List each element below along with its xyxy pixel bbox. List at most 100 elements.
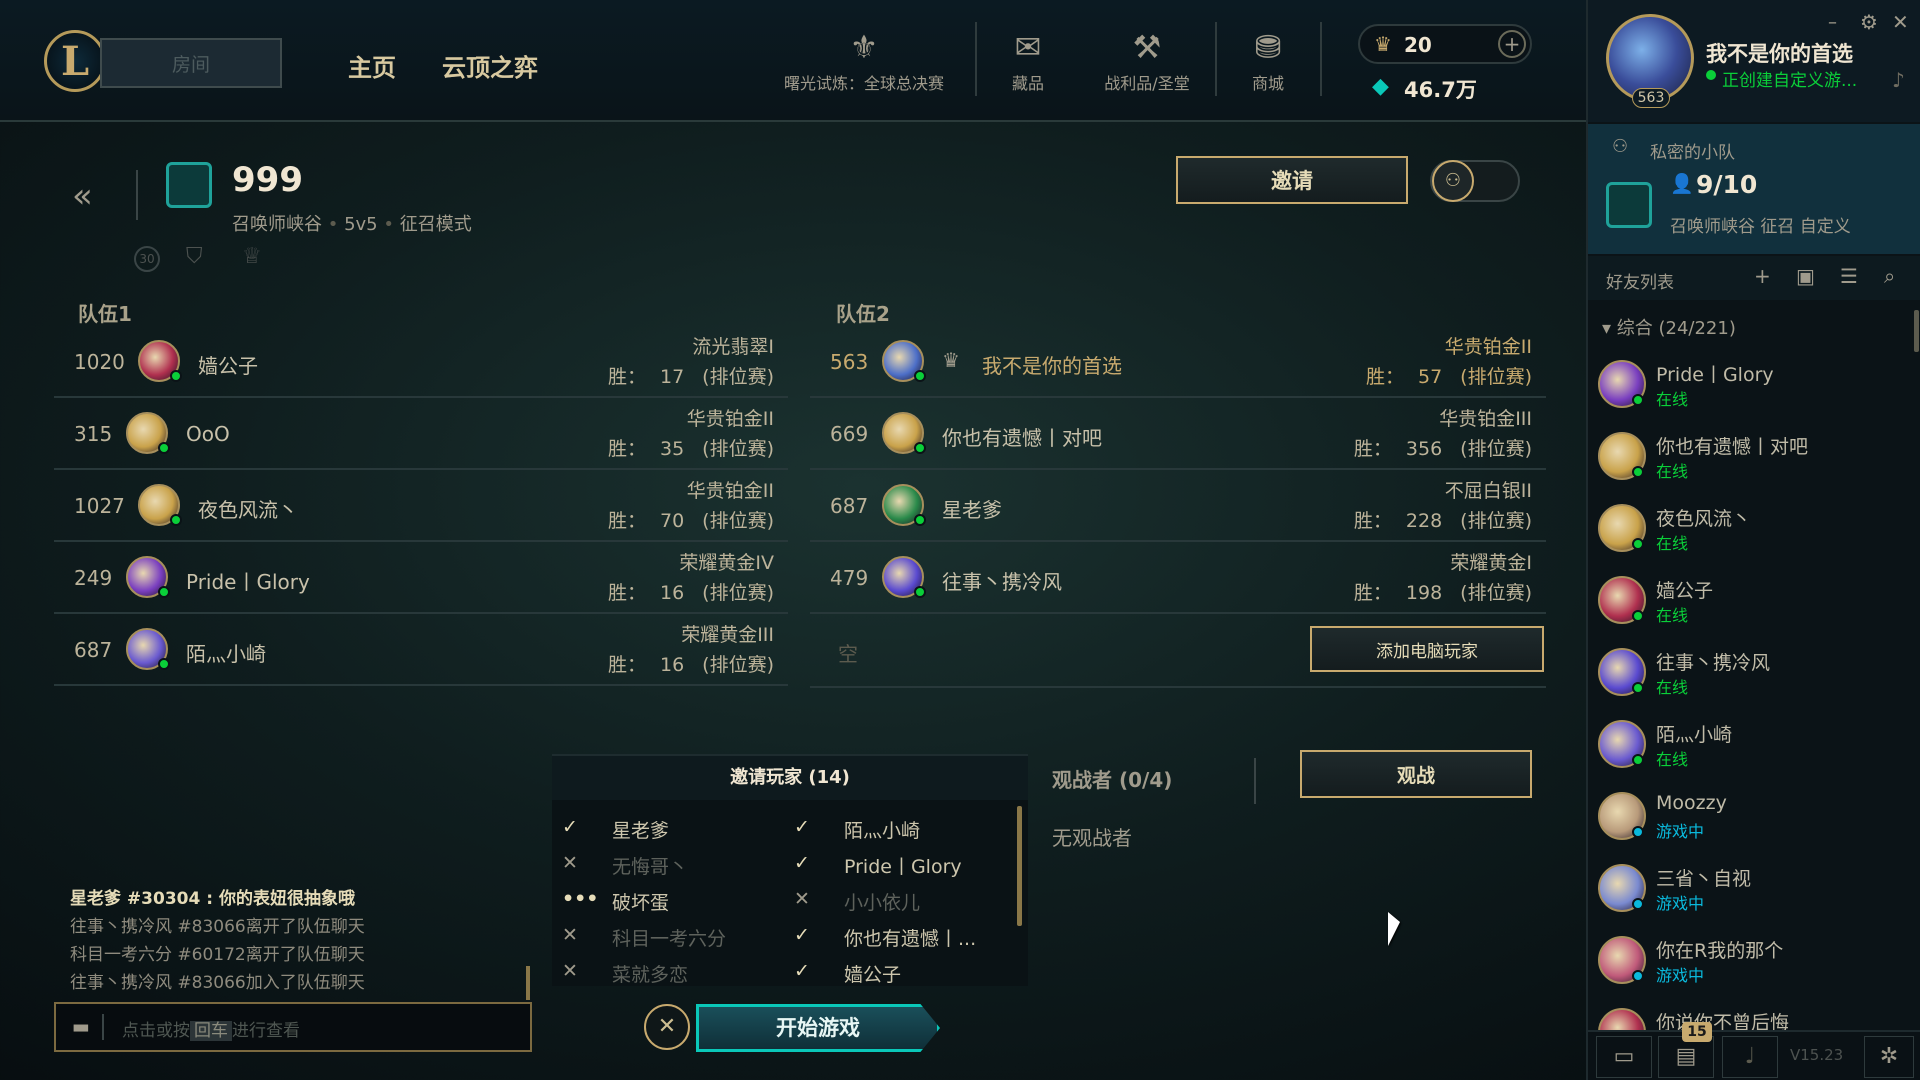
player-row[interactable]: 1027 夜色风流丶 华贵铂金II 胜： 70 (排位赛) xyxy=(54,470,788,542)
check-icon: ✓ xyxy=(794,960,810,982)
list-view-icon[interactable]: ☰ xyxy=(1840,264,1858,288)
player-name[interactable]: 陌灬小崎 xyxy=(186,638,266,667)
invite-button[interactable]: 邀请 xyxy=(1176,156,1408,204)
close-icon[interactable]: ✕ xyxy=(1892,10,1909,34)
player-row[interactable]: 669 你也有遗憾丨对吧 华贵铂金III 胜： 356 (排位赛) xyxy=(810,398,1546,470)
player-row[interactable]: 315 OoO 华贵铂金II 胜： 35 (排位赛) xyxy=(54,398,788,470)
chat-input[interactable]: ▬ 点击或按 回车 进行查看 xyxy=(54,1002,532,1052)
friend-status: 在线 xyxy=(1656,678,1689,697)
friend-item[interactable]: 你也有遗憾丨对吧 在线 xyxy=(1588,420,1920,492)
subtitle-size: 5v5 xyxy=(344,214,378,235)
profile-level: 563 xyxy=(1632,88,1670,108)
player-rank: 华贵铂金II xyxy=(686,480,774,502)
play-button[interactable]: 房间 xyxy=(100,38,282,88)
wins-count: 70 xyxy=(659,510,685,532)
check-icon: ✓ xyxy=(794,816,810,838)
buy-rp-plus-icon[interactable]: + xyxy=(1498,30,1526,58)
add-bot-button[interactable]: 添加电脑玩家 xyxy=(1310,626,1544,672)
settings-gear-icon[interactable]: ⚙ xyxy=(1860,10,1878,34)
player-row[interactable]: 563 ♛ 我不是你的首选 华贵铂金II 胜： 57 (排位赛) xyxy=(810,326,1546,398)
mission-icon[interactable]: ▤ xyxy=(1658,1036,1714,1078)
spectate-button[interactable]: 观战 xyxy=(1300,750,1532,798)
friend-item[interactable]: 陌灬小崎 在线 xyxy=(1588,708,1920,780)
league-logo[interactable]: L xyxy=(44,30,106,92)
voice-mic-icon[interactable]: ♩ xyxy=(1722,1036,1778,1078)
friend-item[interactable]: 你在R我的那个 游戏中 xyxy=(1588,924,1920,996)
notification-bell-icon[interactable]: ♪ xyxy=(1892,68,1905,92)
online-dot xyxy=(914,586,926,598)
player-name[interactable]: 你也有遗憾丨对吧 xyxy=(942,422,1102,451)
friend-item[interactable]: 往事丶携冷风 在线 xyxy=(1588,636,1920,708)
chat-placeholder-suffix: 进行查看 xyxy=(232,1021,300,1041)
player-level: 315 xyxy=(74,422,113,446)
player-row[interactable]: 687 陌灬小崎 荣耀黄金III 胜： 16 (排位赛) xyxy=(54,614,788,686)
player-name[interactable]: 嫱公子 xyxy=(198,350,258,379)
player-name[interactable]: OoO xyxy=(186,422,230,446)
friend-item[interactable]: Pride丨Glory 在线 xyxy=(1588,348,1920,420)
chat-bubble-icon[interactable]: ▭ xyxy=(1596,1036,1652,1078)
nav-home[interactable]: 主页 xyxy=(348,48,396,83)
search-icon[interactable]: ⌕ xyxy=(1884,264,1895,288)
wins-prefix: 胜： xyxy=(607,510,646,532)
player-rank: 荣耀黄金III xyxy=(681,624,774,646)
player-row[interactable]: 249 Pride丨Glory 荣耀黄金IV 胜： 16 (排位赛) xyxy=(54,542,788,614)
nav-collection-label: 藏品 xyxy=(1011,74,1044,93)
add-friend-icon[interactable]: + xyxy=(1754,264,1771,288)
player-level: 687 xyxy=(830,494,869,518)
add-folder-icon[interactable]: ▣ xyxy=(1796,264,1815,288)
player-name[interactable]: Pride丨Glory xyxy=(186,566,310,595)
wins-count: 17 xyxy=(659,366,685,388)
profile-status[interactable]: 正创建自定义游... xyxy=(1722,66,1857,91)
player-rank: 流光翡翠I xyxy=(692,336,774,358)
chat-placeholder: 点击或按 回车 进行查看 xyxy=(122,1016,300,1041)
social-footer: ▭ ▤ 15 ♩ V15.23 ✲ xyxy=(1588,1022,1920,1080)
chat-scrollbar[interactable] xyxy=(526,966,530,1000)
profile-name[interactable]: 我不是你的首选 xyxy=(1706,38,1853,68)
player-wins: 胜： 70 (排位赛) xyxy=(608,506,774,533)
be-amount: 46.7万 xyxy=(1404,78,1477,102)
player-name[interactable]: 往事丶携冷风 xyxy=(942,566,1062,595)
help-gear-icon[interactable]: ✲ xyxy=(1864,1036,1914,1078)
player-name[interactable]: 夜色风流丶 xyxy=(198,494,298,523)
invited-player-name: 破坏蛋 xyxy=(612,892,670,914)
nav-event[interactable]: ⚜ 曙光试炼：全球总决赛 xyxy=(768,28,960,94)
nav-collection[interactable]: ✉ 藏品 xyxy=(998,28,1058,94)
friend-item[interactable]: 嫱公子 在线 xyxy=(1588,564,1920,636)
friend-item[interactable]: 夜色风流丶 在线 xyxy=(1588,492,1920,564)
minimize-icon[interactable]: – xyxy=(1828,12,1837,33)
friend-group-toggle[interactable]: ▾ 综合 (24/221) xyxy=(1602,314,1736,340)
player-wins: 胜： 16 (排位赛) xyxy=(608,650,774,677)
shield-icon: ⛉ xyxy=(186,244,203,269)
player-name[interactable]: 我不是你的首选 xyxy=(982,350,1122,379)
back-chevron-icon[interactable]: « xyxy=(72,176,93,216)
empty-slot-label: 空 xyxy=(838,642,858,666)
friend-item[interactable]: Moozzy 游戏中 xyxy=(1588,780,1920,852)
online-dot xyxy=(158,658,170,670)
player-rank: 华贵铂金II xyxy=(686,408,774,430)
friend-name: 夜色风流丶 xyxy=(1656,508,1752,530)
divider xyxy=(1320,22,1322,96)
cancel-lobby-button[interactable]: ✕ xyxy=(644,1004,690,1050)
player-level: 1020 xyxy=(74,350,125,374)
nav-store[interactable]: ⛃ 商城 xyxy=(1238,28,1298,94)
invite-list-scrollbar[interactable] xyxy=(1017,806,1022,926)
player-row[interactable]: 687 星老爹 不屈白银II 胜： 228 (排位赛) xyxy=(810,470,1546,542)
invited-players-panel: 邀请玩家 (14) ✓ 星老爹 ✕ 无悔哥丶 ••• 破坏蛋 ✕ 科目一考六分 ✕ 菜就多恋 ✓ 陌灬… xyxy=(552,754,1028,986)
chevron-down-icon: ▾ xyxy=(1602,318,1617,339)
player-name[interactable]: 星老爹 xyxy=(942,494,1002,523)
friends-scrollbar[interactable] xyxy=(1914,310,1919,352)
status-dot xyxy=(1632,610,1644,622)
player-level: 249 xyxy=(74,566,113,590)
team2-title: 队伍2 xyxy=(836,302,890,326)
player-wins: 胜： 17 (排位赛) xyxy=(608,362,774,389)
invite-toggle[interactable]: ⚇ xyxy=(1430,160,1520,202)
nav-loot[interactable]: ⚒ 战利品/圣堂 xyxy=(1092,28,1202,94)
player-wins: 胜： 356 (排位赛) xyxy=(1354,434,1532,461)
nav-tft[interactable]: 云顶之弈 xyxy=(442,48,538,83)
friend-item[interactable]: 三省丶自视 游戏中 xyxy=(1588,852,1920,924)
player-rank: 荣耀黄金IV xyxy=(679,552,774,574)
player-row[interactable]: 479 往事丶携冷风 荣耀黄金I 胜： 198 (排位赛) xyxy=(810,542,1546,614)
player-row[interactable]: 1020 嫱公子 流光翡翠I 胜： 17 (排位赛) xyxy=(54,326,788,398)
start-game-button[interactable]: 开始游戏 xyxy=(696,1004,940,1052)
party-panel[interactable]: ⚇ 私密的小队 👤 9/10 召唤师峡谷 征召 自定义 xyxy=(1588,124,1920,254)
